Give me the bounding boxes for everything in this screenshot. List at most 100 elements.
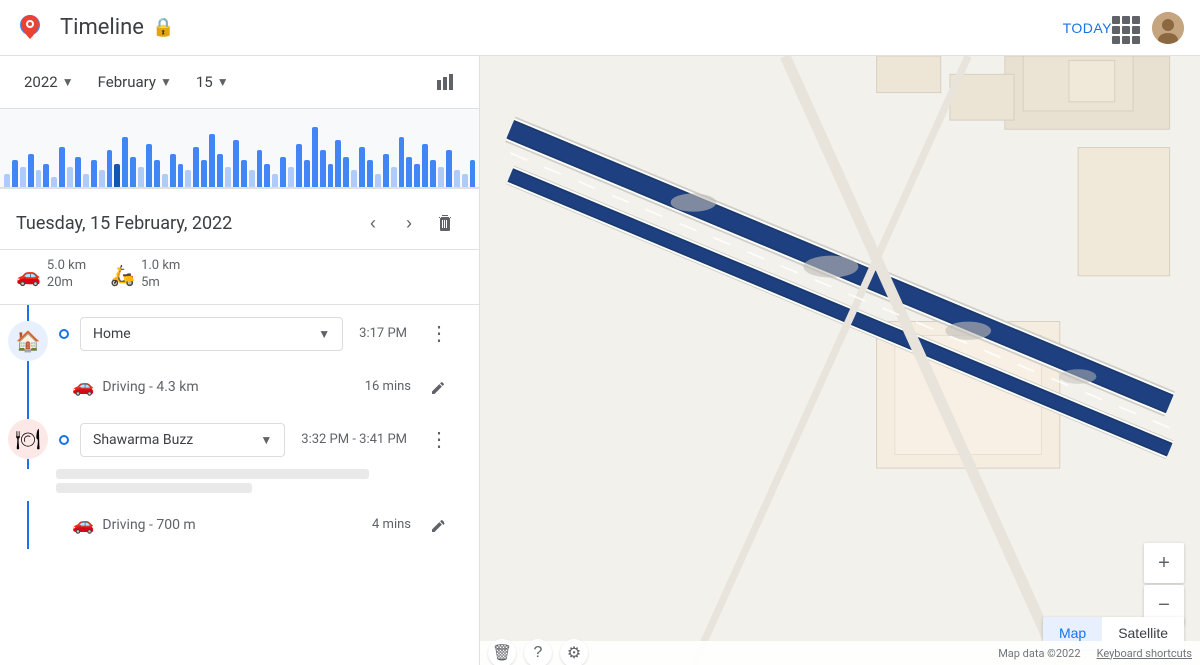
title-text: Timeline	[60, 15, 144, 40]
bar-item[interactable]	[217, 117, 223, 187]
bar	[462, 174, 468, 187]
bar-item[interactable]	[249, 117, 255, 187]
bar-item[interactable]	[185, 117, 191, 187]
bar-item[interactable]	[272, 117, 278, 187]
bar-item[interactable]	[209, 117, 215, 187]
driving2-edit-button[interactable]	[423, 509, 455, 541]
apps-icon[interactable]	[1112, 16, 1136, 40]
bar-item[interactable]	[359, 117, 365, 187]
bar	[67, 167, 73, 187]
bar-item[interactable]	[241, 117, 247, 187]
bar-item[interactable]	[264, 117, 270, 187]
bar-item[interactable]	[225, 117, 231, 187]
bar-item[interactable]	[51, 117, 57, 187]
home-location-select[interactable]: Home ▼	[80, 317, 343, 351]
map-background	[480, 56, 1200, 665]
driving-duration-text: 16 mins	[365, 379, 411, 394]
bar-item[interactable]	[201, 117, 207, 187]
bar-item[interactable]	[162, 117, 168, 187]
bar-item[interactable]	[343, 117, 349, 187]
map-settings-button[interactable]: ⚙	[560, 639, 588, 665]
timeline-content[interactable]: Tuesday, 15 February, 2022 ‹ › 🚗 5.0 km …	[0, 189, 479, 665]
bar-item[interactable]	[233, 117, 239, 187]
bar-item[interactable]	[130, 117, 136, 187]
shawarma-more-button[interactable]: ⋮	[423, 424, 455, 456]
bar-item[interactable]	[391, 117, 397, 187]
month-select[interactable]: February ▼	[90, 67, 180, 97]
bar-item[interactable]	[320, 117, 326, 187]
bar-item[interactable]	[375, 117, 381, 187]
bar-item[interactable]	[351, 117, 357, 187]
bar-item[interactable]	[12, 117, 18, 187]
bar	[470, 160, 476, 187]
bar	[59, 147, 65, 187]
bar-item[interactable]	[438, 117, 444, 187]
bar-item[interactable]	[91, 117, 97, 187]
delete-day-button[interactable]	[427, 205, 463, 241]
bar-item[interactable]	[122, 117, 128, 187]
scooter-stat: 🛵 1.0 km 5m	[110, 258, 180, 292]
bar-item[interactable]	[328, 117, 334, 187]
bar-item[interactable]	[367, 117, 373, 187]
bar-item[interactable]	[446, 117, 452, 187]
bar-item[interactable]	[422, 117, 428, 187]
bar-item[interactable]	[462, 117, 468, 187]
bar-item[interactable]	[304, 117, 310, 187]
bar-item[interactable]	[335, 117, 341, 187]
home-more-button[interactable]: ⋮	[423, 318, 455, 350]
bar-item[interactable]	[296, 117, 302, 187]
bar-item[interactable]	[4, 117, 10, 187]
bar-item[interactable]	[36, 117, 42, 187]
bar-item[interactable]	[146, 117, 152, 187]
bar-item[interactable]	[75, 117, 81, 187]
keyboard-shortcuts-link[interactable]: Keyboard shortcuts	[1097, 647, 1192, 660]
bar-item[interactable]	[170, 117, 176, 187]
map-bottom-bar: 🗑 ? ⚙ Map data ©2022 Keyboard shortcuts	[480, 641, 1200, 665]
bar	[272, 174, 278, 187]
driving-stat-text: 5.0 km 20m	[47, 258, 86, 292]
bar	[249, 170, 255, 187]
map-help-button[interactable]: ?	[524, 639, 552, 665]
bar-item[interactable]	[454, 117, 460, 187]
bar-item[interactable]	[280, 117, 286, 187]
bar-item[interactable]	[83, 117, 89, 187]
year-chevron: ▼	[62, 75, 74, 89]
bar-item[interactable]	[138, 117, 144, 187]
bar-item[interactable]	[43, 117, 49, 187]
map-delete-button[interactable]: 🗑	[488, 639, 516, 665]
bar-item[interactable]	[383, 117, 389, 187]
bar	[209, 134, 215, 187]
driving-edit-button[interactable]	[423, 371, 455, 403]
bar-item[interactable]	[414, 117, 420, 187]
next-date-button[interactable]: ›	[391, 205, 427, 241]
bar-item[interactable]	[114, 117, 120, 187]
chart-icon-button[interactable]	[427, 64, 463, 100]
day-select[interactable]: 15 ▼	[188, 67, 237, 97]
app-title: Timeline 🔒	[60, 15, 1063, 40]
bar-item[interactable]	[399, 117, 405, 187]
shawarma-location-select[interactable]: Shawarma Buzz ▼	[80, 423, 285, 457]
bar	[406, 157, 412, 187]
today-button[interactable]: TODAY	[1063, 20, 1112, 36]
prev-date-button[interactable]: ‹	[355, 205, 391, 241]
zoom-in-button[interactable]: +	[1144, 543, 1184, 583]
bar-item[interactable]	[288, 117, 294, 187]
date-selector: 2022 ▼ February ▼ 15 ▼	[0, 56, 479, 109]
bar-item[interactable]	[470, 117, 476, 187]
bar-item[interactable]	[67, 117, 73, 187]
bar-item[interactable]	[193, 117, 199, 187]
day-value: 15	[196, 73, 213, 91]
bar-item[interactable]	[430, 117, 436, 187]
bar-item[interactable]	[20, 117, 26, 187]
bar-item[interactable]	[59, 117, 65, 187]
bar-item[interactable]	[107, 117, 113, 187]
bar-item[interactable]	[312, 117, 318, 187]
bar-item[interactable]	[406, 117, 412, 187]
bar-item[interactable]	[99, 117, 105, 187]
avatar[interactable]	[1152, 12, 1184, 44]
bar-item[interactable]	[28, 117, 34, 187]
bar-item[interactable]	[178, 117, 184, 187]
bar-item[interactable]	[154, 117, 160, 187]
year-select[interactable]: 2022 ▼	[16, 67, 82, 97]
bar-item[interactable]	[257, 117, 263, 187]
